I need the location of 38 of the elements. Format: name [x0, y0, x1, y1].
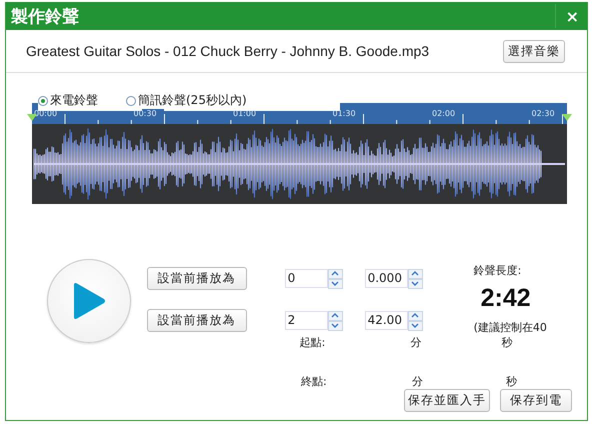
- start-label: 起點:: [300, 335, 326, 350]
- increment-button[interactable]: [408, 268, 423, 278]
- minutes-unit: 分: [410, 335, 422, 350]
- length-hint: (建議控制在40: [474, 320, 548, 335]
- chevron-up-icon: [331, 313, 340, 318]
- save-to-computer-button[interactable]: 保存到電: [500, 389, 572, 412]
- increment-button[interactable]: [328, 268, 343, 278]
- file-name: Greatest Guitar Solos - 012 Chuck Berry - Johnny B. Goode.mp3: [26, 43, 430, 59]
- increment-button[interactable]: [328, 310, 343, 320]
- window-title: 製作鈴聲: [11, 6, 79, 28]
- set-current-position-button[interactable]: 設當前播放為: [146, 309, 247, 332]
- chevron-down-icon: [411, 281, 420, 286]
- chevron-up-icon: [411, 271, 420, 276]
- end-marker-icon[interactable]: [562, 114, 572, 121]
- save-and-import-button[interactable]: 保存並匯入手: [404, 389, 490, 412]
- set-current-position-button[interactable]: 設當前播放為: [146, 267, 247, 290]
- number-field[interactable]: 0.000: [364, 268, 408, 288]
- chevron-up-icon: [331, 271, 340, 276]
- ringtone-length-label: 鈴聲長度:: [474, 263, 522, 278]
- minutes-unit: 分: [412, 374, 424, 389]
- play-icon: [72, 282, 106, 320]
- increment-button[interactable]: [408, 310, 423, 320]
- number-field[interactable]: 42.00: [364, 310, 408, 330]
- chevron-up-icon: [411, 313, 420, 318]
- chevron-down-icon: [331, 323, 340, 328]
- seconds-unit: 秒: [506, 374, 518, 389]
- ringtone-type-radio[interactable]: 簡訊鈴聲(25秒以內): [126, 92, 247, 109]
- radio-dot[interactable]: [126, 96, 136, 106]
- ringtone-length-value: 2:42: [480, 284, 532, 313]
- choose-music-button[interactable]: 選擇音樂: [503, 40, 565, 62]
- number-field[interactable]: 0: [284, 268, 328, 288]
- seconds-unit: 秒: [502, 335, 514, 350]
- radio-dot[interactable]: [38, 96, 48, 106]
- chevron-down-icon: [331, 281, 340, 286]
- number-field[interactable]: 2: [284, 310, 328, 330]
- chevron-down-icon: [411, 323, 420, 328]
- end-label: 終點:: [301, 374, 328, 389]
- close-button[interactable]: ×: [554, 4, 581, 28]
